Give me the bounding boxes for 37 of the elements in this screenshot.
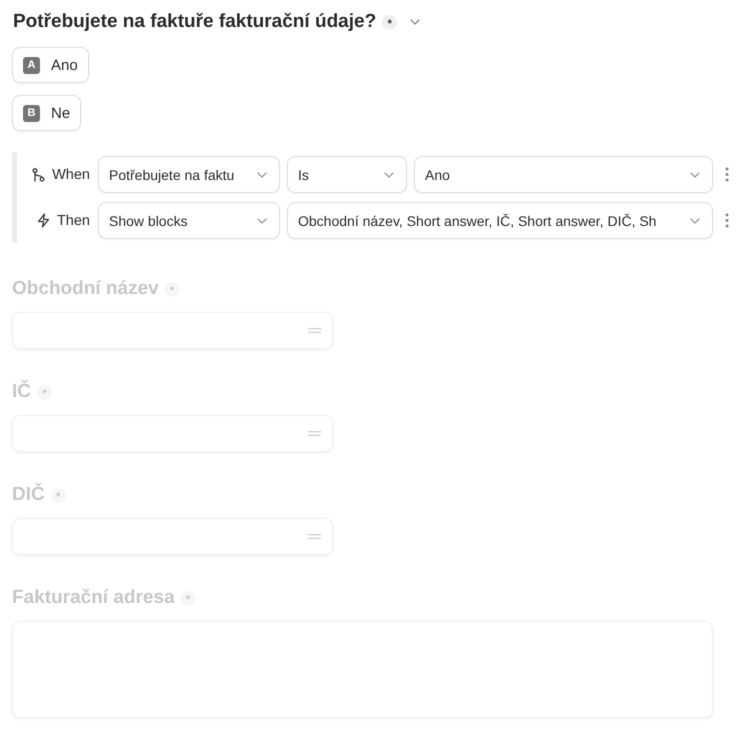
chevron-down-icon xyxy=(257,218,267,224)
field-label: IČ xyxy=(12,381,31,403)
more-options-icon[interactable] xyxy=(725,213,729,228)
condition-label: When xyxy=(52,166,90,182)
required-mark: * xyxy=(37,384,52,400)
field-label: DIČ xyxy=(12,484,45,506)
option-key: A xyxy=(23,56,40,74)
select-field[interactable]: Obchodní název, Short answer, IČ, Short answer, DIČ, Sh xyxy=(287,202,713,239)
double-line-icon xyxy=(308,328,321,333)
required-mark: * xyxy=(382,14,398,30)
question-title: Potřebujete na faktuře fakturační údaje? xyxy=(13,10,376,34)
double-line-icon xyxy=(308,431,321,436)
field-label: Obchodní název xyxy=(12,278,159,300)
double-line-icon xyxy=(308,534,321,539)
required-mark: * xyxy=(180,590,196,606)
field-label: Fakturační adresa xyxy=(12,587,175,609)
chevron-down-icon xyxy=(257,172,267,178)
condition-label: Then xyxy=(56,212,90,228)
option-button[interactable]: A Ano xyxy=(12,47,89,83)
lightning-icon xyxy=(36,213,50,228)
option-key: B xyxy=(23,104,40,122)
branch-icon xyxy=(32,168,46,182)
select-field[interactable]: Is xyxy=(287,156,407,193)
required-mark: * xyxy=(50,488,66,502)
input-field[interactable] xyxy=(12,415,333,452)
more-options-icon[interactable] xyxy=(725,167,729,182)
select-field[interactable]: Show blocks xyxy=(98,202,280,239)
chevron-down-icon xyxy=(384,172,394,178)
select-field[interactable]: Ano xyxy=(414,156,713,193)
input-field[interactable] xyxy=(12,312,333,349)
chevron-down-icon xyxy=(690,218,700,224)
required-mark: * xyxy=(164,282,180,296)
chevron-down-icon xyxy=(690,172,700,178)
select-field[interactable]: Potřebujete na faktu xyxy=(98,156,280,193)
chevron-down-icon[interactable] xyxy=(410,19,420,25)
option-button[interactable]: B Ne xyxy=(12,95,82,131)
input-field[interactable] xyxy=(12,518,333,555)
